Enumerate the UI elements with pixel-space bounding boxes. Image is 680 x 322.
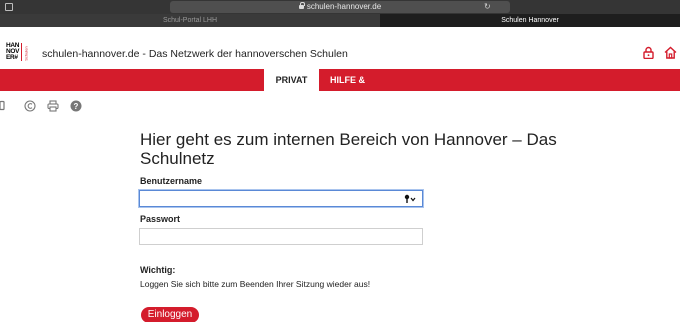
print-icon[interactable] <box>47 100 59 112</box>
password-field[interactable] <box>139 228 423 245</box>
sidebar-toggle-icon[interactable] <box>5 3 13 11</box>
lock-icon[interactable] <box>642 46 655 59</box>
copyright-icon[interactable] <box>24 100 36 112</box>
tool-icons: ? <box>0 100 120 112</box>
tab-bar: Schul-Portal LHH Schulen Hannover <box>0 14 680 27</box>
password-label: Passwort <box>140 214 181 224</box>
hannover-logo[interactable]: HAN NOV ER# Schulen <box>6 42 29 61</box>
username-field[interactable] <box>139 190 423 207</box>
home-icon[interactable] <box>664 46 677 59</box>
important-text: Loggen Sie sich bitte zum Beenden Ihrer … <box>140 279 371 289</box>
username-label: Benutzername <box>140 176 203 186</box>
main-nav: PRIVAT HILFE & SUPPORT <box>0 69 680 107</box>
mobile-icon[interactable] <box>0 100 12 112</box>
nav-item-privat[interactable]: PRIVAT <box>264 69 319 91</box>
important-title: Wichtig: <box>140 265 176 275</box>
nav-item-hilfe-support[interactable]: HILFE & SUPPORT <box>330 69 410 107</box>
help-icon[interactable]: ? <box>70 100 82 112</box>
login-button[interactable]: Einloggen <box>141 307 199 322</box>
page-title: Hier geht es zum internen Bereich von Ha… <box>140 130 557 168</box>
password-manager-key-icon[interactable] <box>404 194 416 204</box>
site-title[interactable]: schulen-hannover.de - Das Netzwerk der h… <box>42 48 348 60</box>
browser-toolbar: schulen-hannover.de ↻ <box>0 0 680 14</box>
svg-text:?: ? <box>74 102 79 111</box>
secure-lock-icon <box>298 2 305 9</box>
tab-schulen-hannover[interactable]: Schulen Hannover <box>380 14 680 27</box>
reload-icon[interactable]: ↻ <box>484 1 491 13</box>
address-text: schulen-hannover.de <box>306 2 382 11</box>
address-bar[interactable]: schulen-hannover.de ↻ <box>170 1 510 13</box>
site-header: HAN NOV ER# Schulen schulen-hannover.de - … <box>0 27 680 69</box>
tab-schul-portal[interactable]: Schul-Portal LHH <box>0 14 380 27</box>
